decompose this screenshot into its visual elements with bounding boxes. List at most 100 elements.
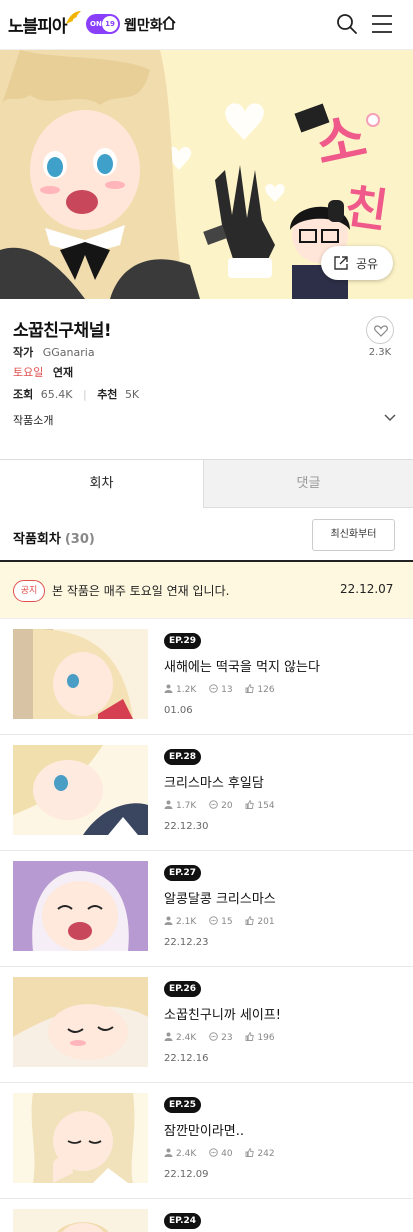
episode-row[interactable]: EP.27 알콩달콩 크리스마스 2.1K 15 201 22.12.23 [0,851,413,967]
notice-date: 22.12.07 [340,582,394,596]
episode-thumbnail [13,1093,148,1183]
episode-number-badge: EP.25 [164,1097,202,1113]
episode-date: 22.12.23 [164,937,209,948]
wing-icon [66,11,81,24]
episode-count: (30) [64,532,95,547]
episode-row[interactable]: EP.29 새해에는 떡국을 먹지 않는다 1.2K 13 126 01.06 [0,619,413,735]
share-button[interactable]: 공유 [321,246,393,280]
views-value: 65.4K [40,388,73,401]
episode-title: 잠깐만이라면.. [164,1124,245,1139]
tab-comments[interactable]: 댓글 [204,459,413,508]
thumbs-up-icon [245,800,255,809]
episode-likes: 196 [257,1033,275,1043]
episode-date: 22.12.30 [164,821,209,832]
home-icon[interactable] [161,15,177,31]
menu-icon[interactable] [371,14,393,34]
episode-stats: 2.4K 23 196 [164,1032,285,1043]
episode-comments: 40 [221,1149,233,1159]
serial-day: 토요일 [13,366,44,379]
author-row: 작가 GGanaria [13,344,95,360]
like-button[interactable] [366,316,394,344]
recommend-label: 추천 [97,388,118,401]
comment-icon [209,916,218,925]
episode-likes: 201 [257,917,275,927]
person-icon [164,1032,173,1041]
episode-number-badge: EP.27 [164,865,202,881]
episode-date: 22.12.16 [164,1053,209,1064]
comment-icon [209,684,218,693]
author-name[interactable]: GGanaria [43,346,95,359]
episode-number-badge: EP.26 [164,981,202,997]
thumbs-up-icon [245,684,255,693]
person-icon [164,1148,173,1157]
recommend-value: 5K [124,388,140,401]
novelpia-logo[interactable]: 노블피아 [8,10,81,37]
episode-number-badge: EP.24 [164,1213,202,1229]
person-icon [164,800,173,809]
serial-status: 연재 [52,366,74,379]
person-icon [164,684,173,693]
thumbs-up-icon [245,1148,255,1157]
episode-row[interactable]: EP.26 소꿉친구니까 세이프! 2.4K 23 196 22.12.16 [0,967,413,1083]
comment-icon [209,800,218,809]
episode-likes: 126 [257,685,275,695]
episode-title: 새해에는 떡국을 먹지 않는다 [164,660,320,675]
episode-number-badge: EP.28 [164,749,202,765]
episode-title: 알콩달콩 크리스마스 [164,892,276,907]
adult-toggle[interactable]: ON 19 [86,14,120,34]
episode-row[interactable]: EP.25 잠깐만이라면.. 2.4K 40 242 22.12.09 [0,1083,413,1199]
episode-thumbnail [13,629,148,719]
comment-icon [209,1148,218,1157]
toggle-age-knob: 19 [102,16,118,32]
svg-text:친: 친 [342,179,391,238]
notice-badge: 공지 [13,580,45,602]
episode-comments: 13 [221,685,233,695]
tab-episodes[interactable]: 회차 [0,459,204,508]
episode-title: 소꿉친구니까 세이프! [164,1008,281,1023]
sort-latest-button[interactable]: 최신화부터 [312,519,395,551]
episode-views: 2.4K [176,1033,197,1043]
episode-comments: 15 [221,917,233,927]
thumbs-up-icon [245,916,255,925]
episode-likes: 154 [257,801,275,811]
episode-stats: 2.4K 40 242 [164,1148,285,1159]
episode-views: 2.1K [176,917,197,927]
episode-list-header: 작품회차 (30) 최신화부터 [0,508,413,562]
like-count: 2.3K [368,347,392,358]
episode-views: 1.2K [176,685,197,695]
schedule-row: 토요일 연재 [13,364,73,380]
stats-row: 조회 65.4K | 추천 5K [13,386,139,402]
episode-row[interactable]: EP.28 크리스마스 후일담 1.7K 20 154 22.12.30 [0,735,413,851]
episode-likes: 242 [257,1149,275,1159]
work-info: 소꿉친구채널! 작가 GGanaria 토요일 연재 조회 65.4K | 추천… [0,299,413,459]
episode-stats: 1.7K 20 154 [164,800,285,811]
share-icon [334,256,348,270]
search-icon[interactable] [335,12,359,36]
logo-text: 노블피아 [8,17,68,37]
episode-stats: 2.1K 15 201 [164,916,285,927]
episode-comments: 20 [221,801,233,811]
chevron-down-icon[interactable] [383,413,397,423]
episode-row[interactable]: EP.24 [0,1199,413,1232]
views-label: 조회 [13,388,34,401]
intro-toggle-label[interactable]: 작품소개 [13,412,53,428]
episode-number-badge: EP.29 [164,633,202,649]
episode-list-label: 작품회차 [13,532,61,547]
notice-bar[interactable]: 공지 본 작품은 매주 토요일 연재 입니다. 22.12.07 [0,562,413,619]
episode-stats: 1.2K 13 126 [164,684,285,695]
episode-thumbnail [13,1209,148,1232]
episode-date: 01.06 [164,705,193,716]
episode-thumbnail [13,977,148,1067]
notice-text: 본 작품은 매주 토요일 연재 입니다. [52,584,230,598]
person-icon [164,916,173,925]
author-label: 작가 [13,346,34,359]
episode-list-title: 작품회차 (30) [13,528,95,547]
episode-thumbnail [13,745,148,835]
webtoon-link[interactable]: 웹만화 [124,15,163,35]
comment-icon [209,1032,218,1041]
episode-views: 2.4K [176,1149,197,1159]
episode-thumbnail [13,861,148,951]
share-label: 공유 [356,257,379,271]
episode-date: 22.12.09 [164,1169,209,1180]
top-header: 노블피아 ON 19 웹만화 [0,0,413,50]
